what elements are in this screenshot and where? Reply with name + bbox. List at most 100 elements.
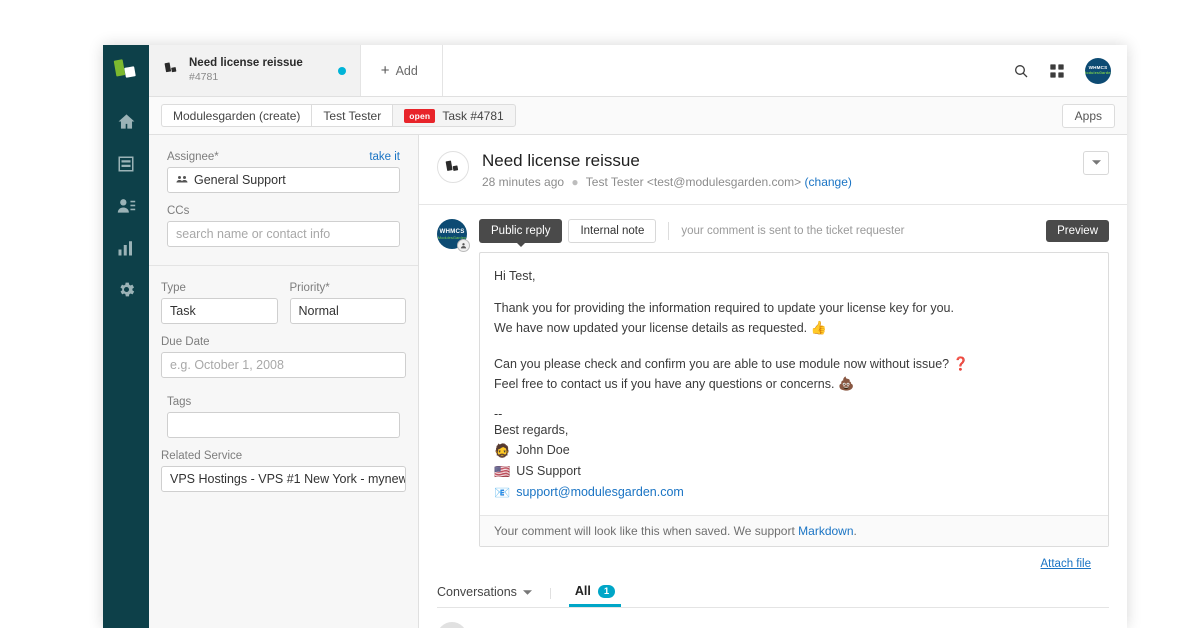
preview-button[interactable]: Preview: [1046, 220, 1109, 242]
tabbar-spacer: [443, 45, 1013, 96]
ccs-label: CCs: [167, 205, 190, 217]
agent-avatar: WHMCS ModulesGarden: [437, 219, 470, 252]
tab-ticket-4781[interactable]: Need license reissue #4781: [149, 45, 361, 96]
tab-public-reply[interactable]: Public reply: [479, 219, 563, 247]
tab-all-conversations[interactable]: All 1: [568, 584, 622, 607]
comment-editor-content[interactable]: Hi Test, Thank you for providing the inf…: [480, 253, 1108, 515]
assignee-label: Assignee*: [167, 151, 219, 163]
conversations-label: Conversations: [437, 584, 517, 599]
tags-input[interactable]: [167, 412, 400, 438]
question-mark-emoji-icon: ❓: [952, 356, 969, 371]
us-flag-emoji-icon: 🇺🇸: [494, 464, 511, 479]
sidebar-item-home[interactable]: [103, 103, 149, 145]
field-type: Type Task: [161, 282, 278, 324]
sidebar-item-contacts[interactable]: [103, 187, 149, 229]
ticket-header: Need license reissue 28 minutes ago ● Te…: [419, 135, 1127, 205]
related-service-input[interactable]: VPS Hostings - VPS #1 New York - mynewt: [161, 466, 406, 492]
markdown-link[interactable]: Markdown: [798, 524, 853, 538]
message-para2-line1-wrap: Can you please check and confirm you are…: [494, 354, 1094, 374]
assignee-input[interactable]: General Support: [167, 167, 400, 193]
tags-label: Tags: [167, 396, 192, 408]
sidebar-item-tickets[interactable]: [103, 145, 149, 187]
tab-unread-dot: [337, 66, 346, 75]
priority-input[interactable]: Normal: [289, 298, 406, 324]
breadcrumb-item-task[interactable]: open Task #4781: [392, 104, 516, 127]
status-badge: open: [404, 108, 436, 123]
reports-icon: [117, 239, 135, 262]
all-tab-count: 1: [597, 584, 616, 598]
ccs-input[interactable]: search name or contact info: [167, 221, 400, 247]
type-input[interactable]: Task: [161, 298, 278, 324]
message-para2-line2: Feel free to contact us if you have any …: [494, 377, 835, 391]
change-requester-link[interactable]: (change): [805, 175, 852, 189]
thumbs-up-emoji-icon: 👍: [810, 320, 827, 335]
signature-name: John Doe: [516, 443, 570, 457]
avatar: [437, 622, 467, 628]
conversations-dropdown[interactable]: Conversations: [437, 584, 532, 607]
field-ccs: CCs search name or contact info: [167, 205, 400, 247]
signature-block: -- Best regards, 🧔 John Doe 🇺🇸 US Suppor…: [494, 407, 1094, 503]
due-date-label: Due Date: [161, 336, 210, 348]
breadcrumb-person-label: Test Tester: [323, 108, 382, 123]
conversations-separator: [549, 588, 551, 599]
left-nav-rail: [103, 45, 149, 628]
plus-icon: +: [380, 62, 390, 79]
editor-footer-text: Your comment will look like this when sa…: [494, 524, 799, 538]
ticket-icon: [163, 60, 180, 82]
attach-file-row: Attach file: [479, 547, 1109, 572]
message-para2-line1: Can you please check and confirm you are…: [494, 357, 950, 371]
add-tab-button[interactable]: + Add: [361, 45, 443, 96]
breadcrumb-org-label: Modulesgarden (create): [173, 108, 301, 123]
breadcrumb-item-person[interactable]: Test Tester: [311, 104, 393, 127]
tab-internal-note[interactable]: Internal note: [568, 219, 657, 243]
reply-composer: WHMCS ModulesGarden Public reply Interna…: [419, 205, 1127, 572]
support-email-link[interactable]: support@modulesgarden.com: [516, 482, 684, 503]
reply-mode-bar: Public reply Internal note your comment …: [479, 219, 1109, 247]
conversation-row[interactable]: Test Tester 28 minutes ago: [419, 608, 1127, 628]
field-tags: Tags: [167, 396, 400, 438]
sidebar-item-settings[interactable]: [103, 271, 149, 313]
home-icon: [117, 112, 136, 136]
field-priority: Priority* Normal: [289, 282, 406, 324]
apps-button[interactable]: Apps: [1061, 103, 1115, 128]
editor-footer: Your comment will look like this when sa…: [480, 515, 1108, 546]
email-emoji-icon: 📧: [494, 485, 511, 500]
message-para1-line2: We have now updated your license details…: [494, 321, 808, 335]
breadcrumb-bar: Modulesgarden (create) Test Tester open …: [149, 97, 1127, 135]
deskpro-logo[interactable]: [111, 55, 141, 85]
field-row-type-priority: Type Task Priority* Normal: [161, 282, 406, 324]
signature-name-line: 🧔 John Doe: [494, 440, 1094, 461]
grid-apps-icon[interactable]: [1049, 63, 1065, 79]
person-emoji-icon: 🧔: [494, 443, 511, 458]
breadcrumb: Modulesgarden (create) Test Tester open …: [161, 104, 516, 127]
breadcrumb-item-org[interactable]: Modulesgarden (create): [161, 104, 312, 127]
breadcrumb-task-label: Task #4781: [442, 108, 504, 123]
priority-label: Priority*: [289, 282, 330, 294]
tickets-icon: [117, 155, 135, 178]
attach-file-link[interactable]: Attach file: [1041, 558, 1092, 570]
signature-dashes: --: [494, 407, 503, 421]
sidebar-item-reports[interactable]: [103, 229, 149, 271]
ticket-meta: 28 minutes ago ● Test Tester <test@modul…: [482, 175, 852, 189]
comment-editor[interactable]: Hi Test, Thank you for providing the inf…: [479, 252, 1109, 547]
take-it-link[interactable]: take it: [369, 151, 400, 163]
ticket-header-text: Need license reissue 28 minutes ago ● Te…: [482, 151, 852, 189]
signature-regards: Best regards,: [494, 423, 569, 437]
app-window: Need license reissue #4781 + Add WHMCS o…: [103, 45, 1127, 628]
header-actions: WHMCS ModulesGarden: [1013, 45, 1127, 96]
ticket-main: Need license reissue 28 minutes ago ● Te…: [419, 135, 1127, 628]
ticket-actions-dropdown[interactable]: [1083, 151, 1109, 175]
field-assignee: Assignee* take it General Support: [167, 151, 400, 193]
agent-badge-icon: [457, 239, 470, 252]
field-related-service: Related Service VPS Hostings - VPS #1 Ne…: [161, 450, 406, 492]
signature-email-line: 📧 support@modulesgarden.com: [494, 482, 1094, 503]
search-icon[interactable]: [1013, 63, 1029, 79]
user-avatar[interactable]: WHMCS ModulesGarden: [1085, 57, 1111, 84]
tab-subtitle: #4781: [189, 71, 219, 84]
due-date-input[interactable]: e.g. October 1, 2008: [161, 352, 406, 378]
message-para1-line2-wrap: We have now updated your license details…: [494, 318, 1094, 338]
type-label: Type: [161, 282, 186, 294]
message-para2-line2-wrap: Feel free to contact us if you have any …: [494, 374, 1094, 394]
tab-title: Need license reissue: [189, 57, 303, 70]
meta-separator: ●: [571, 175, 579, 189]
